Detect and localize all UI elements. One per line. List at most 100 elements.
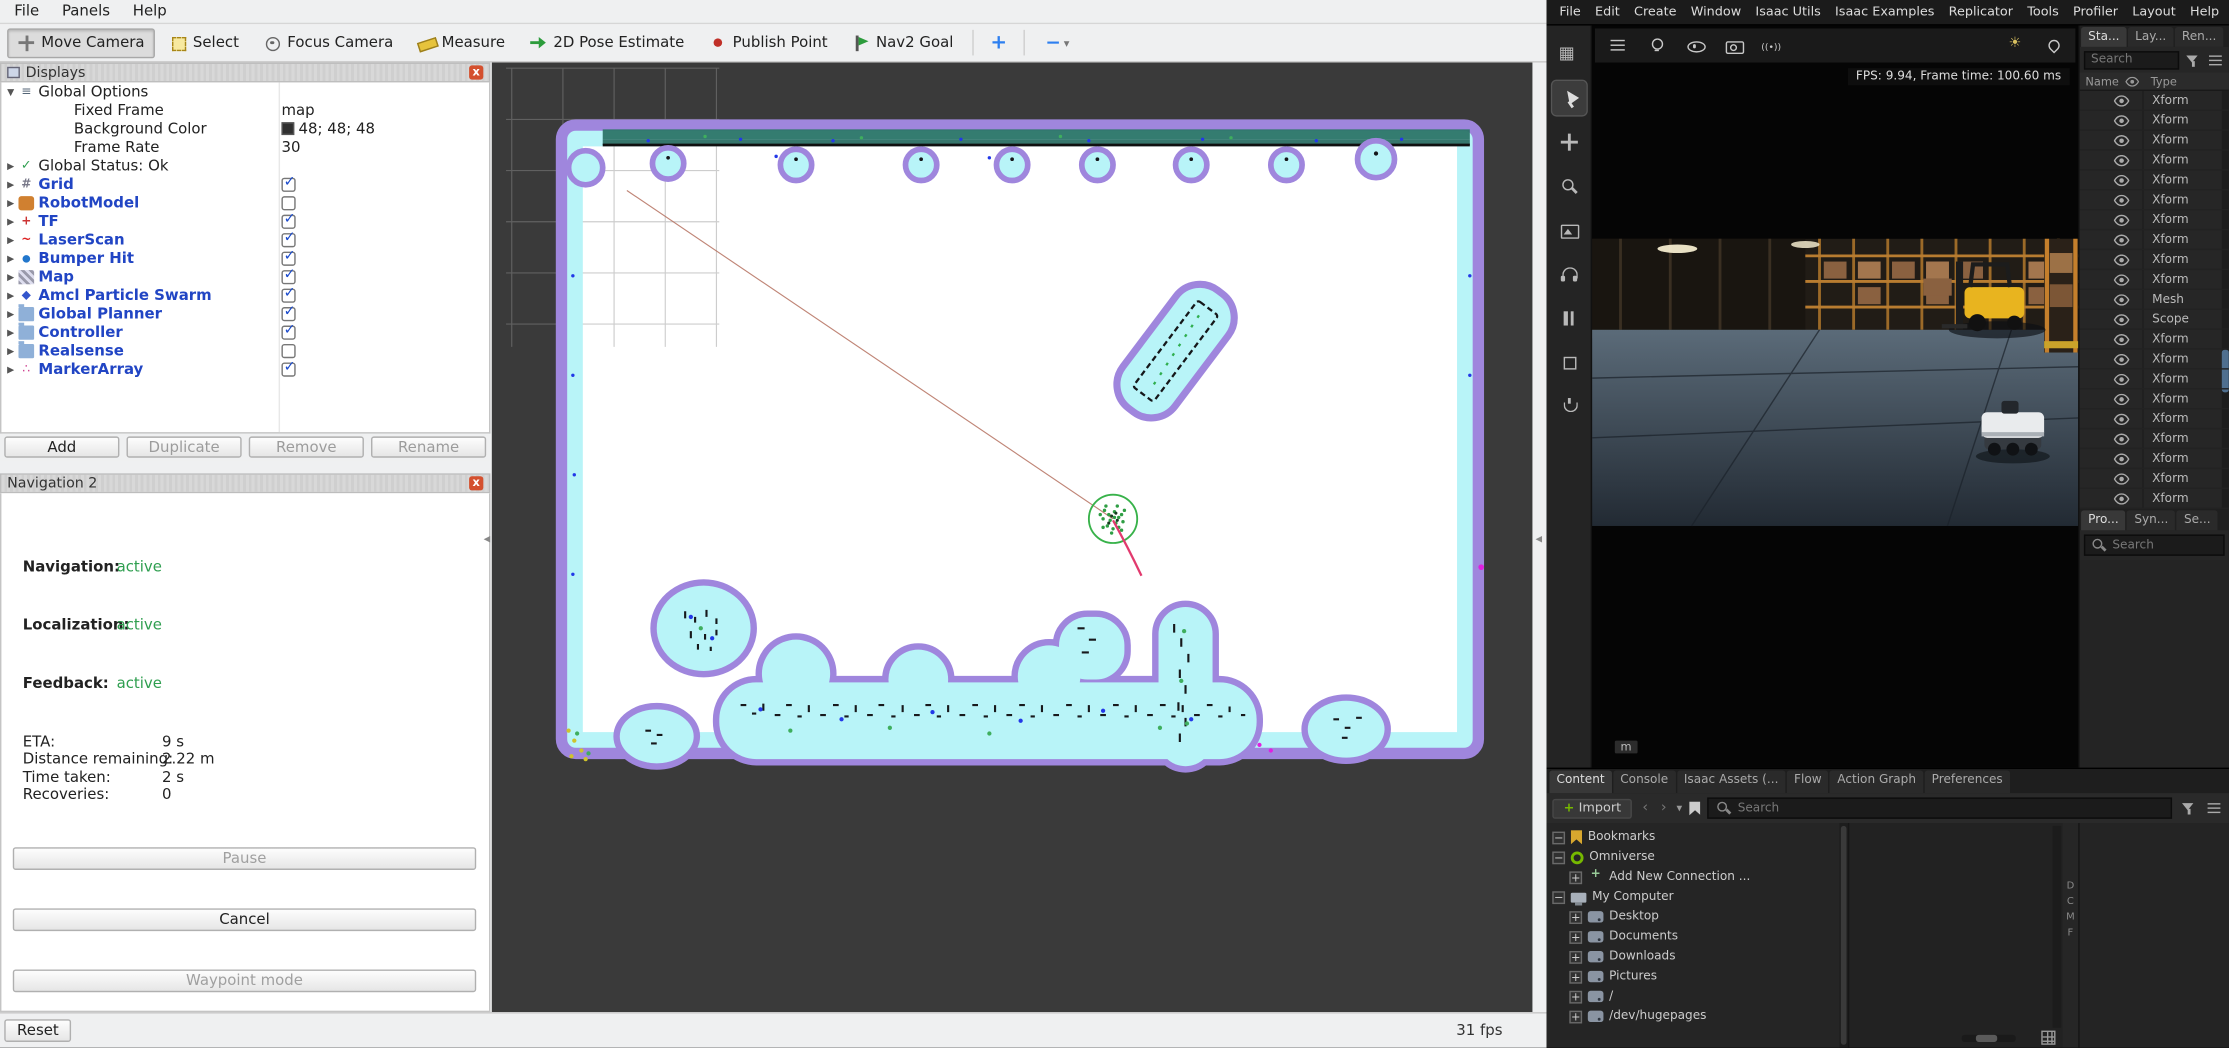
menu-item[interactable]: Window — [1684, 2, 1749, 22]
visibility-eye-icon[interactable] — [2114, 114, 2130, 125]
stage-prim-row[interactable]: Xform — [2080, 270, 2229, 290]
rviz-tool-button[interactable]: Publish Point — [699, 28, 838, 58]
close-icon[interactable]: x — [469, 476, 483, 490]
visibility-eye-icon[interactable] — [2114, 274, 2130, 285]
reset-button[interactable]: Reset — [4, 1019, 71, 1042]
content-tree-row[interactable]: Documents — [1547, 927, 1840, 947]
select-cursor-icon[interactable] — [1552, 81, 1586, 115]
stage-prim-row[interactable]: Xform — [2080, 409, 2229, 429]
content-tree-row[interactable]: Bookmarks — [1547, 827, 1840, 847]
visibility-eye-icon[interactable] — [2114, 373, 2130, 384]
expander-icon[interactable] — [4, 215, 17, 226]
panel-tab[interactable]: Lay... — [2128, 27, 2173, 47]
stage-prim-row[interactable]: Xform — [2080, 449, 2229, 469]
stage-prim-row[interactable]: Scope — [2080, 310, 2229, 330]
stage-prim-row[interactable]: Xform — [2080, 469, 2229, 489]
displays-action-button[interactable]: Duplicate — [127, 436, 242, 457]
zoom-icon[interactable] — [1552, 169, 1586, 203]
visibility-eye-icon[interactable] — [2114, 453, 2130, 464]
property-value[interactable]: map — [281, 102, 314, 119]
display-row[interactable]: Map — [1, 267, 489, 285]
rviz-tool-button[interactable]: Move Camera — [7, 28, 154, 58]
menu-item[interactable]: Replicator — [1942, 2, 2021, 22]
stop-square-icon[interactable] — [1552, 345, 1586, 379]
display-row[interactable]: RobotModel — [1, 193, 489, 211]
expander-icon[interactable] — [1569, 910, 1582, 923]
list-options-icon[interactable] — [2205, 799, 2223, 817]
expander-icon[interactable] — [4, 178, 17, 189]
sun-icon[interactable] — [2006, 36, 2026, 56]
stage-prim-row[interactable]: Xform — [2080, 190, 2229, 210]
panel-tab[interactable]: Isaac Assets (... — [1677, 770, 1786, 793]
capture-image-icon[interactable] — [1552, 213, 1586, 247]
visibility-eye-icon[interactable] — [2114, 294, 2130, 305]
display-row[interactable]: MarkerArray — [1, 360, 489, 378]
visibility-eye-icon[interactable] — [2114, 214, 2130, 225]
stage-prim-row[interactable]: Xform — [2080, 230, 2229, 250]
close-icon[interactable]: x — [469, 65, 483, 79]
visibility-eye-icon[interactable] — [2114, 194, 2130, 205]
content-tree-row[interactable]: Add New Connection ... — [1547, 867, 1840, 887]
stage-prim-row[interactable]: Xform — [2080, 151, 2229, 171]
filter-icon[interactable] — [2179, 799, 2197, 817]
files-scrollbar[interactable] — [2053, 826, 2062, 1028]
visibility-eye-icon[interactable] — [2114, 234, 2130, 245]
displays-action-button[interactable]: Add — [4, 436, 119, 457]
panel-tab[interactable]: Ren... — [2175, 27, 2224, 47]
expander-icon[interactable] — [4, 271, 17, 282]
expander-icon[interactable] — [1569, 950, 1582, 963]
display-checkbox[interactable] — [281, 325, 295, 339]
visibility-eye-icon[interactable] — [2114, 313, 2130, 324]
stage-prim-row[interactable]: Xform — [2080, 429, 2229, 449]
menu-item[interactable]: Isaac Utils — [1748, 2, 1828, 22]
visibility-eye-icon[interactable] — [2114, 333, 2130, 344]
thumbnail-size-slider[interactable] — [1962, 1035, 2016, 1042]
stage-prim-row[interactable]: Xform — [2080, 350, 2229, 370]
expander-icon[interactable] — [1552, 891, 1565, 904]
list-options-icon[interactable] — [2206, 50, 2224, 68]
content-tree-row[interactable]: My Computer — [1547, 887, 1840, 907]
visibility-eye-icon[interactable] — [2114, 433, 2130, 444]
content-tree-row[interactable]: /dev/hugepages — [1547, 1006, 1840, 1026]
stage-prim-row[interactable]: Xform — [2080, 91, 2229, 111]
visibility-eye-icon[interactable] — [2114, 95, 2130, 106]
lightbulb-icon[interactable] — [1646, 36, 1666, 56]
expander-icon[interactable] — [4, 234, 17, 245]
expander-icon[interactable] — [1569, 970, 1582, 983]
content-tree-row[interactable]: Pictures — [1547, 967, 1840, 987]
display-row[interactable]: Amcl Particle Swarm — [1, 286, 489, 304]
display-row[interactable]: Frame Rate 30 — [1, 138, 489, 156]
remove-tool-button[interactable]: − ▾ — [1034, 32, 1072, 53]
panel-tab[interactable]: Action Graph — [1830, 770, 1923, 793]
displays-action-button[interactable]: Remove — [249, 436, 364, 457]
display-row[interactable]: Grid — [1, 175, 489, 193]
visibility-eye-icon[interactable] — [2114, 254, 2130, 265]
menu-item[interactable]: Profiler — [2066, 2, 2125, 22]
stage-search-input[interactable] — [2084, 50, 2179, 68]
expander-icon[interactable] — [4, 308, 17, 319]
visibility-eye-icon[interactable] — [1684, 36, 1704, 56]
display-row[interactable]: Realsense — [1, 341, 489, 359]
display-row[interactable]: Fixed Frame map — [1, 101, 489, 119]
panel-collapse-handle[interactable]: ◀ — [482, 529, 492, 552]
visibility-eye-icon[interactable] — [2114, 154, 2130, 165]
visibility-eye-icon[interactable] — [2114, 393, 2130, 404]
menu-item[interactable]: Create — [1627, 2, 1684, 22]
menu-item[interactable]: Tools — [2020, 2, 2066, 22]
display-checkbox[interactable] — [281, 343, 295, 357]
rviz-tool-button[interactable]: Select — [159, 28, 249, 58]
panel-tab[interactable]: Syn... — [2127, 510, 2175, 530]
rviz-tool-button[interactable]: Nav2 Goal — [842, 28, 963, 58]
display-checkbox[interactable] — [281, 269, 295, 283]
stage-prim-row[interactable]: Xform — [2080, 210, 2229, 230]
stage-prim-row[interactable]: Xform — [2080, 131, 2229, 151]
rviz-3d-viewport[interactable] — [492, 63, 1533, 1013]
content-tree-row[interactable]: Desktop — [1547, 907, 1840, 927]
audio-waves-icon[interactable] — [1761, 36, 1781, 56]
scrollbar-thumb[interactable] — [1841, 826, 1847, 1045]
visibility-eye-icon[interactable] — [2114, 134, 2130, 145]
expander-icon[interactable] — [4, 160, 17, 171]
expander-icon[interactable] — [1552, 831, 1565, 844]
panel-tab[interactable]: Pro... — [2081, 510, 2126, 530]
visibility-eye-icon[interactable] — [2114, 353, 2130, 364]
